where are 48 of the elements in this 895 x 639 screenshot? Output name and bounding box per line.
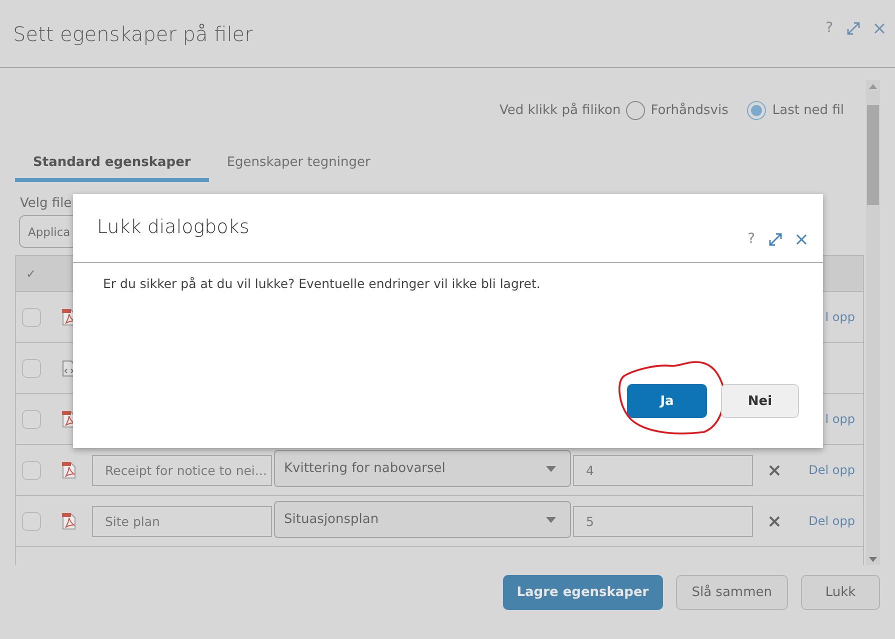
help-button[interactable]: ?: [748, 231, 755, 247]
row-checkbox[interactable]: [22, 308, 41, 326]
document-type-select[interactable]: Kvittering for nabovarsel: [274, 450, 571, 487]
row-checkbox[interactable]: [22, 460, 41, 480]
row-checkbox[interactable]: [22, 410, 41, 428]
row-checkbox[interactable]: [22, 358, 41, 378]
window-title: Sett egenskaper på filer: [13, 22, 253, 46]
close-icon[interactable]: [796, 234, 807, 244]
scrollbar-thumb[interactable]: [867, 105, 879, 205]
remove-icon[interactable]: [769, 464, 780, 476]
radio-option[interactable]: Forhåndsvis: [626, 101, 728, 120]
document-type-select[interactable]: Situasjonsplan: [274, 501, 571, 538]
split-link[interactable]: l opp: [825, 412, 855, 426]
scroll-up-icon[interactable]: [869, 84, 877, 89]
field-label: Velg file: [20, 196, 73, 211]
file-name-field[interactable]: Site plan: [92, 506, 272, 536]
radio-circle[interactable]: [626, 101, 645, 120]
footer-button[interactable]: Slå sammen: [676, 575, 788, 610]
split-link[interactable]: Del opp: [808, 514, 855, 528]
caret-icon: [546, 466, 556, 472]
split-link[interactable]: l opp: [825, 310, 855, 324]
radio-option[interactable]: Last ned fil: [747, 101, 844, 120]
caret-icon: [546, 516, 556, 522]
save-button[interactable]: Lagre egenskaper: [502, 575, 663, 610]
dialog-message: Er du sikker på at du vil lukke? Eventuelle endringer vil ikke bli lagret.: [102, 275, 542, 291]
tab[interactable]: Standard egenskaper: [15, 155, 209, 182]
pdf-file-icon[interactable]: [62, 512, 76, 530]
dialog-title: Lukk dialogboks: [97, 216, 250, 240]
tab[interactable]: Egenskaper tegninger: [208, 155, 388, 182]
pdf-file-icon[interactable]: [62, 462, 76, 478]
radio-group-label: Ved klikk på filikon: [499, 103, 621, 118]
scrollbar[interactable]: [866, 80, 880, 565]
footer-button[interactable]: Lukk: [801, 575, 880, 610]
radio-circle[interactable]: [747, 101, 766, 120]
cancel-button[interactable]: Nei: [721, 384, 799, 418]
select-all-check[interactable]: ✓: [26, 266, 36, 280]
help-button[interactable]: ?: [826, 20, 833, 36]
close-icon[interactable]: [874, 22, 885, 34]
row-checkbox[interactable]: [22, 512, 41, 530]
number-field[interactable]: 5: [573, 506, 753, 536]
number-field[interactable]: 4: [573, 454, 753, 486]
split-link[interactable]: Del opp: [808, 463, 855, 477]
remove-icon[interactable]: [769, 516, 780, 526]
scroll-down-icon[interactable]: [869, 557, 877, 562]
file-name-field[interactable]: Receipt for notice to nei...: [92, 454, 272, 486]
expand-icon[interactable]: [847, 22, 860, 34]
expand-icon[interactable]: [769, 232, 782, 246]
confirm-button[interactable]: Ja: [627, 384, 707, 418]
